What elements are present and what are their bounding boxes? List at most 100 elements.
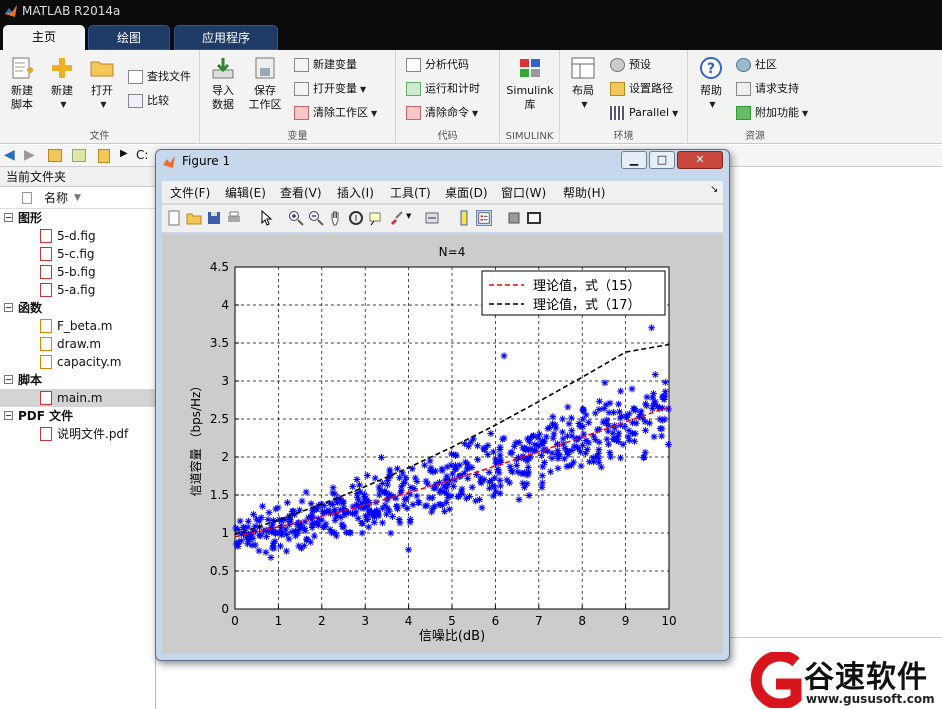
collapse-icon[interactable]: −: [4, 303, 13, 312]
menu-desktop[interactable]: 桌面(D): [445, 184, 488, 201]
scatter-point: [387, 529, 395, 537]
back-arrow-icon[interactable]: ◀: [4, 147, 15, 163]
print-icon[interactable]: [226, 210, 242, 226]
file-item[interactable]: 说明文件.pdf: [0, 425, 155, 443]
clear-commands-button[interactable]: 清除命令 ▼: [406, 104, 478, 122]
file-item[interactable]: capacity.m: [0, 353, 155, 371]
minimize-button[interactable]: ▁: [621, 151, 647, 169]
legend-icon[interactable]: [476, 210, 492, 226]
file-item-selected[interactable]: main.m: [0, 389, 155, 407]
menu-tools[interactable]: 工具(T): [390, 184, 431, 201]
colorbar-icon[interactable]: [456, 210, 472, 226]
analyze-code-button[interactable]: 分析代码: [406, 56, 469, 74]
scatter-point: [542, 433, 550, 441]
file-item[interactable]: draw.m: [0, 335, 155, 353]
new-variable-icon: [294, 58, 309, 72]
menu-help[interactable]: 帮助(H): [563, 184, 605, 201]
compare-button[interactable]: 比较: [128, 92, 169, 110]
data-cursor-icon[interactable]: [368, 210, 384, 226]
parallel-button[interactable]: Parallel ▼: [610, 104, 678, 122]
menu-view[interactable]: 查看(V): [280, 184, 322, 201]
browse-folder-icon[interactable]: [72, 149, 86, 162]
new-script-button[interactable]: 新建 脚本: [6, 56, 38, 112]
section-scripts[interactable]: − 脚本: [0, 371, 155, 389]
legend-label-17: 理论值，式（17）: [533, 297, 641, 313]
rotate-3d-icon[interactable]: [348, 210, 364, 226]
find-files-button[interactable]: 查找文件: [128, 68, 191, 86]
request-support-button[interactable]: 请求支持: [736, 80, 799, 98]
section-pdf[interactable]: − PDF 文件: [0, 407, 155, 425]
brush-icon[interactable]: [388, 210, 404, 226]
menu-edit[interactable]: 编辑(E): [225, 184, 266, 201]
scatter-point: [351, 510, 359, 518]
pointer-icon[interactable]: [258, 210, 274, 226]
simulink-library-button[interactable]: Simulink 库: [504, 56, 556, 112]
scatter-point: [538, 439, 546, 447]
section-figures[interactable]: − 图形: [0, 209, 155, 227]
scatter-point: [302, 488, 310, 496]
preferences-button[interactable]: 预设: [610, 56, 651, 74]
up-folder-icon[interactable]: [48, 149, 62, 162]
chart-title: N=4: [439, 245, 466, 259]
watermark-brand: 谷速软件: [804, 660, 928, 695]
file-item[interactable]: 5-d.fig: [0, 227, 155, 245]
figure-menubar: 文件(F) 编辑(E) 查看(V) 插入(I) 工具(T) 桌面(D) 窗口(W…: [162, 181, 723, 203]
open-variable-button[interactable]: 打开变量 ▼: [294, 80, 366, 98]
scatter-point: [383, 489, 391, 497]
menu-window[interactable]: 窗口(W): [501, 184, 546, 201]
zoom-in-icon[interactable]: [288, 210, 304, 226]
addons-button[interactable]: 附加功能 ▼: [736, 104, 808, 122]
brush-dropdown-icon[interactable]: ▼: [406, 212, 411, 220]
file-item[interactable]: F_beta.m: [0, 317, 155, 335]
file-item[interactable]: 5-b.fig: [0, 263, 155, 281]
forward-arrow-icon[interactable]: ▶: [24, 147, 35, 163]
collapse-icon[interactable]: −: [4, 375, 13, 384]
import-data-button[interactable]: 导入 数据: [206, 56, 240, 112]
file-item[interactable]: 5-c.fig: [0, 245, 155, 263]
clear-workspace-button[interactable]: 清除工作区 ▼: [294, 104, 377, 122]
layout-button[interactable]: 布局 ▼: [566, 56, 600, 112]
collapse-icon[interactable]: −: [4, 213, 13, 222]
tab-strip: 主页 绘图 应用程序: [0, 22, 942, 50]
x-tick-label: 6: [492, 614, 500, 628]
tab-home[interactable]: 主页: [3, 25, 85, 50]
show-plot-tools-icon[interactable]: [526, 210, 542, 226]
close-button[interactable]: ✕: [677, 151, 723, 169]
collapse-icon[interactable]: −: [4, 411, 13, 420]
new-variable-button[interactable]: 新建变量: [294, 56, 357, 74]
section-functions[interactable]: − 函数: [0, 299, 155, 317]
save-workspace-button[interactable]: 保存 工作区: [246, 56, 284, 112]
community-label: 社区: [755, 58, 777, 71]
scatter-point: [401, 495, 409, 503]
dock-arrow-icon[interactable]: ↘: [710, 184, 718, 195]
current-path[interactable]: C:: [136, 148, 148, 162]
hide-plot-tools-icon[interactable]: [506, 210, 522, 226]
scatter-point: [332, 532, 340, 540]
menu-file[interactable]: 文件(F): [170, 184, 210, 201]
scatter-point: [568, 427, 576, 435]
pan-hand-icon[interactable]: [328, 210, 344, 226]
scatter-point: [539, 463, 547, 471]
new-button[interactable]: 新建 ▼: [46, 56, 78, 112]
file-item[interactable]: 5-a.fig: [0, 281, 155, 299]
tab-apps[interactable]: 应用程序: [174, 25, 278, 50]
menu-insert[interactable]: 插入(I): [337, 184, 374, 201]
new-figure-icon[interactable]: [166, 210, 182, 226]
scatter-point: [277, 542, 285, 550]
open-button[interactable]: 打开 ▼: [86, 56, 118, 112]
name-column-header[interactable]: 名称 ▼: [0, 187, 155, 209]
scatter-point: [396, 474, 404, 482]
scatter-point: [438, 465, 446, 473]
community-button[interactable]: 社区: [736, 56, 777, 74]
help-button[interactable]: ? 帮助 ▼: [694, 56, 728, 112]
maximize-button[interactable]: □: [649, 151, 675, 169]
save-icon[interactable]: [206, 210, 222, 226]
tab-plots[interactable]: 绘图: [88, 25, 170, 50]
link-plot-icon[interactable]: [424, 210, 440, 226]
set-path-button[interactable]: 设置路径: [610, 80, 673, 98]
scatter-point: [487, 429, 495, 437]
run-and-time-button[interactable]: 运行和计时: [406, 80, 480, 98]
parallel-label: Parallel: [629, 106, 670, 119]
open-file-icon[interactable]: [186, 210, 202, 226]
zoom-out-icon[interactable]: [308, 210, 324, 226]
